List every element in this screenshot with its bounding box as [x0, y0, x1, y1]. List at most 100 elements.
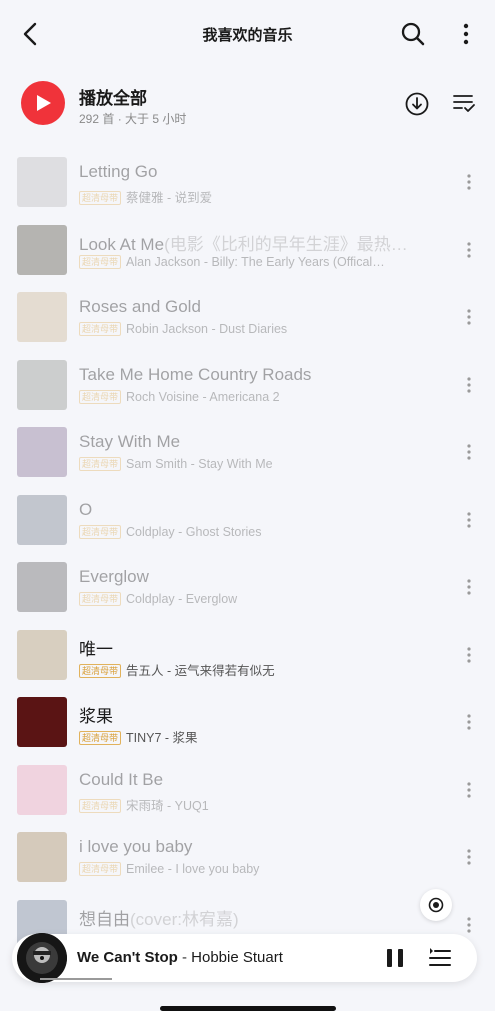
song-row[interactable]: Everglow 超清母带 Coldplay - Everglow [0, 553, 495, 621]
song-row[interactable]: 浆果超清母带 TINY7 - 浆果 [0, 688, 495, 756]
mini-player[interactable]: We Can't Stop - Hobbie Stuart [12, 933, 477, 983]
song-title: Take Me Home Country Roads [79, 365, 439, 385]
quality-badge: 超清母带 [79, 862, 122, 876]
song-title-main: Stay With Me [79, 432, 181, 451]
song-row[interactable]: Stay With Me 超清母带 Sam Smith - Stay With Me [0, 418, 495, 486]
playback-progress [40, 978, 112, 980]
more-vertical-icon[interactable] [462, 645, 476, 665]
song-meta: 超清母带 Coldplay - Everglow [79, 592, 439, 606]
quality-badge: 超清母带 [79, 663, 122, 678]
song-title: Roses and Gold [79, 297, 439, 317]
song-artist-album: Roch Voisine - Americana 2 [126, 389, 280, 404]
song-artist-album: TINY7 - 浆果 [126, 731, 198, 745]
playlist-queue-icon[interactable] [428, 946, 452, 970]
more-vertical-icon[interactable] [457, 20, 475, 48]
song-title: Look At Me(电影《比利的早年生涯》最热… [79, 230, 439, 255]
quality-badge: 超清母带 [79, 798, 122, 813]
song-row[interactable]: Roses and Gold 超清母带 Robin Jackson - Dust D… [0, 283, 495, 351]
play-icon [37, 95, 51, 111]
song-title: i love you baby [79, 837, 439, 857]
song-title-main: Roses and Gold [79, 297, 201, 316]
search-icon[interactable] [400, 21, 426, 47]
more-vertical-icon[interactable] [462, 847, 476, 867]
more-vertical-icon[interactable] [462, 375, 476, 395]
more-vertical-icon[interactable] [462, 915, 476, 935]
locate-icon [428, 897, 444, 913]
song-artist-album: Alan Jackson - Billy: The Early Years (O… [126, 254, 385, 269]
more-vertical-icon[interactable] [462, 240, 476, 260]
album-cover [17, 832, 67, 882]
song-artist-album: Coldplay - Ghost Stories [126, 524, 262, 539]
song-artist-album: 蔡健雅 - 说到爱 [126, 191, 213, 205]
song-row[interactable]: Could It Be 超清母带 宋雨琦 - YUQ1 [0, 756, 495, 824]
song-row[interactable]: Look At Me(电影《比利的早年生涯》最热… 超清母带 Alan Jackso… [0, 216, 495, 284]
quality-badge: 超清母带 [79, 731, 122, 745]
play-all-label: 播放全部 [79, 89, 147, 108]
song-artist-album: 告五人 - 运气来得若有似无 [126, 663, 275, 678]
album-cover [17, 292, 67, 342]
song-row[interactable]: 唯一 超清母带 告五人 - 运气来得若有似无 [0, 621, 495, 689]
song-artist-album: Coldplay - Everglow [126, 592, 238, 606]
quality-badge: 超清母带 [79, 191, 122, 205]
now-playing-cover[interactable] [17, 933, 67, 983]
album-cover [17, 629, 67, 680]
download-icon[interactable] [404, 91, 430, 117]
song-meta: 超清母带 告五人 - 运气来得若有似无 [79, 660, 439, 679]
quality-badge: 超清母带 [79, 389, 122, 404]
song-title: 想自由(cover:林宥嘉) [79, 905, 439, 930]
song-row[interactable]: O 超清母带 Coldplay - Ghost Stories [0, 486, 495, 554]
song-title: Stay With Me [79, 432, 439, 452]
more-vertical-icon[interactable] [462, 442, 476, 462]
album-cover [17, 764, 67, 815]
song-title-main: Everglow [79, 567, 149, 586]
song-meta: 超清母带 TINY7 - 浆果 [79, 727, 439, 746]
song-meta: 超清母带 Emilee - I love you baby [79, 862, 439, 876]
quality-badge: 超清母带 [79, 592, 122, 606]
song-title-main: i love you baby [79, 837, 193, 856]
locate-current-button[interactable] [420, 889, 452, 921]
song-title: O [79, 500, 439, 520]
song-title: Letting Go [79, 162, 439, 182]
song-row[interactable]: i love you baby 超清母带 Emilee - I love you b… [0, 823, 495, 891]
more-vertical-icon[interactable] [462, 307, 476, 327]
song-title: Could It Be [79, 770, 439, 790]
home-indicator [160, 1006, 336, 1011]
song-title-main: 唯一 [79, 639, 113, 659]
song-title-main: Take Me Home Country Roads [79, 364, 312, 384]
song-title: 唯一 [79, 635, 439, 660]
album-cover [17, 224, 67, 275]
song-row[interactable]: Take Me Home Country Roads 超清母带 Roch Voisi… [0, 351, 495, 419]
song-meta: 超清母带 宋雨琦 - YUQ1 [79, 795, 439, 814]
song-meta: 超清母带 Coldplay - Ghost Stories [79, 524, 439, 539]
song-title-main: O [79, 499, 93, 519]
song-title-sub: (电影《比利的早年生涯》最热… [164, 234, 408, 254]
song-meta: 超清母带 蔡健雅 - 说到爱 [79, 187, 439, 206]
pause-icon[interactable] [384, 947, 406, 969]
album-cover [17, 359, 67, 410]
album-cover [17, 427, 67, 477]
more-vertical-icon[interactable] [462, 577, 476, 597]
album-cover [17, 697, 67, 747]
now-playing-artist: Hobbie Stuart [191, 949, 283, 966]
more-vertical-icon[interactable] [462, 172, 476, 192]
now-playing-separator: - [177, 949, 192, 966]
more-vertical-icon[interactable] [462, 780, 476, 800]
song-artist-album: Robin Jackson - Dust Diaries [126, 322, 288, 336]
album-cover [17, 562, 67, 612]
header: 我喜欢的音乐 [0, 0, 495, 70]
now-playing-text: We Can't Stop - Hobbie Stuart [77, 949, 283, 966]
song-title-main: Could It Be [79, 769, 164, 789]
quality-badge: 超清母带 [79, 524, 122, 539]
song-title: 浆果 [79, 702, 439, 727]
song-meta: 超清母带 Alan Jackson - Billy: The Early Year… [79, 254, 439, 269]
play-all-subtitle: 292 首 · 大于 5 小时 [79, 112, 187, 126]
play-all-bar[interactable]: 播放全部 292 首 · 大于 5 小时 [0, 78, 495, 138]
song-title-main: Letting Go [79, 162, 158, 181]
song-row[interactable]: Letting Go 超清母带 蔡健雅 - 说到爱 [0, 148, 495, 216]
song-title-main: 想自由 [79, 909, 130, 929]
more-vertical-icon[interactable] [462, 510, 476, 530]
multi-select-icon[interactable] [452, 92, 476, 114]
more-vertical-icon[interactable] [462, 712, 476, 732]
play-all-button[interactable] [21, 81, 65, 125]
song-title-main: Look At Me [79, 234, 165, 254]
